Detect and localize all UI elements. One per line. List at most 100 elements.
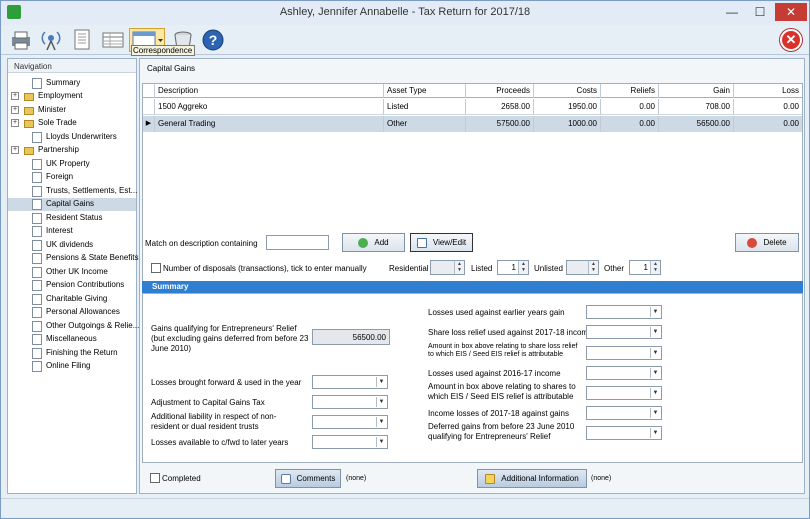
- spinner-arrows-icon[interactable]: ▲ ▼: [518, 261, 528, 274]
- nav-item-capital-gains[interactable]: Capital Gains: [8, 198, 136, 211]
- losses-cfwd-label: Losses available to c/fwd to later years: [151, 438, 289, 447]
- chevron-down-icon[interactable]: ▼: [376, 377, 386, 387]
- spinner-arrows-icon[interactable]: ▲ ▼: [650, 261, 660, 274]
- losses-bf-combo[interactable]: ▼: [312, 375, 388, 389]
- spinner-arrows-icon[interactable]: ▲ ▼: [454, 261, 464, 274]
- chevron-down-icon[interactable]: ▼: [650, 388, 660, 398]
- expand-icon[interactable]: +: [11, 106, 19, 114]
- nav-item-online-filing[interactable]: Online Filing: [8, 360, 136, 373]
- eis-shares-combo[interactable]: ▼: [586, 386, 662, 400]
- share-loss-relief-combo[interactable]: ▼: [586, 325, 662, 339]
- svg-text:?: ?: [209, 32, 218, 48]
- add-button[interactable]: Add: [342, 233, 405, 252]
- maximize-button[interactable]: ☐: [747, 3, 773, 21]
- expand-icon[interactable]: +: [11, 119, 19, 127]
- nav-item-other-outgoings[interactable]: Other Outgoings & Relie...: [8, 320, 139, 333]
- eis-shares-label: Amount in box above relating to shares t…: [428, 382, 576, 401]
- chevron-down-icon[interactable]: ▼: [650, 408, 660, 418]
- expand-icon[interactable]: +: [11, 92, 19, 100]
- chevron-down-icon[interactable]: ▼: [376, 397, 386, 407]
- column-header-asset-type[interactable]: Asset Type: [384, 84, 466, 98]
- calculator-sheet-icon[interactable]: [71, 28, 95, 52]
- navigation-header: Navigation: [8, 59, 136, 73]
- cell-description: 1500 Aggreko: [155, 99, 384, 115]
- nav-item-lloyds-underwriters[interactable]: Lloyds Underwriters: [8, 131, 136, 144]
- eis-share-loss-combo[interactable]: ▼: [586, 346, 662, 360]
- nav-item-minister[interactable]: + Minister: [8, 104, 136, 117]
- disposals-manual-checkbox[interactable]: [151, 263, 161, 273]
- cell-gain: 708.00: [659, 99, 734, 115]
- losses-earlier-years-combo[interactable]: ▼: [586, 305, 662, 319]
- nav-item-employment[interactable]: + Employment: [8, 90, 136, 103]
- minimize-button[interactable]: —: [719, 3, 745, 21]
- help-icon[interactable]: ?: [201, 28, 225, 52]
- nav-item-uk-property[interactable]: UK Property: [8, 158, 136, 171]
- chevron-down-icon[interactable]: ▼: [650, 428, 660, 438]
- print-icon[interactable]: [9, 28, 33, 52]
- chevron-down-icon[interactable]: ▼: [650, 307, 660, 317]
- chevron-down-icon[interactable]: ▼: [376, 417, 386, 427]
- deferred-gains-label: Deferred gains from before 23 June 2010 …: [428, 422, 575, 441]
- online-filing-icon[interactable]: [39, 28, 63, 52]
- completed-checkbox[interactable]: [150, 473, 160, 483]
- filter-input[interactable]: [266, 235, 329, 250]
- unlisted-spinner[interactable]: ▲ ▼: [566, 260, 599, 275]
- table-row[interactable]: ▶ General Trading Other 57500.00 1000.00…: [143, 116, 802, 132]
- exit-button[interactable]: ✕: [780, 29, 802, 51]
- expand-icon[interactable]: +: [11, 146, 19, 154]
- nav-item-trusts[interactable]: Trusts, Settlements, Est...: [8, 185, 137, 198]
- window-title: Ashley, Jennifer Annabelle - Tax Return …: [279, 6, 531, 18]
- chevron-down-icon[interactable]: ▼: [650, 348, 660, 358]
- column-header-costs[interactable]: Costs: [534, 84, 601, 98]
- additional-liability-combo[interactable]: ▼: [312, 415, 388, 429]
- nav-item-other-uk-income[interactable]: Other UK Income: [8, 266, 136, 279]
- view-edit-button[interactable]: View/Edit: [410, 233, 473, 252]
- page-icon: [32, 172, 42, 183]
- nav-item-foreign[interactable]: Foreign: [8, 171, 136, 184]
- nav-item-pension-contributions[interactable]: Pension Contributions: [8, 279, 136, 292]
- column-header-proceeds[interactable]: Proceeds: [466, 84, 534, 98]
- nav-item-resident-status[interactable]: Resident Status: [8, 212, 136, 225]
- losses-cfwd-combo[interactable]: ▼: [312, 435, 388, 449]
- spinner-arrows-icon[interactable]: ▲ ▼: [588, 261, 598, 274]
- deferred-gains-combo[interactable]: ▼: [586, 426, 662, 440]
- delete-button[interactable]: Delete: [735, 233, 799, 252]
- eis-share-loss-label: Amount in box above relating to share lo…: [428, 343, 578, 358]
- nav-item-charitable-giving[interactable]: Charitable Giving: [8, 293, 136, 306]
- nav-item-pensions-state-benefits[interactable]: Pensions & State Benefits: [8, 252, 139, 265]
- column-header-gain[interactable]: Gain: [659, 84, 734, 98]
- losses-2016-17-combo[interactable]: ▼: [586, 366, 662, 380]
- income-losses-label: Income losses of 2017-18 against gains: [428, 409, 569, 418]
- nav-item-partnership[interactable]: + Partnership: [8, 144, 136, 157]
- other-label: Other: [604, 264, 625, 273]
- nav-item-personal-allowances[interactable]: Personal Allowances: [8, 306, 136, 319]
- chevron-down-icon[interactable]: ▼: [650, 368, 660, 378]
- cell-costs: 1950.00: [534, 99, 601, 115]
- residential-spinner[interactable]: ▲ ▼: [430, 260, 465, 275]
- listed-spinner[interactable]: 1 ▲ ▼: [497, 260, 529, 275]
- chevron-down-icon[interactable]: ▼: [650, 327, 660, 337]
- column-header-reliefs[interactable]: Reliefs: [601, 84, 659, 98]
- chevron-down-icon[interactable]: ▼: [376, 437, 386, 447]
- other-spinner[interactable]: 1 ▲ ▼: [629, 260, 661, 275]
- table-row[interactable]: 1500 Aggreko Listed 2658.00 1950.00 0.00…: [143, 99, 802, 115]
- column-header-description[interactable]: Description: [155, 84, 384, 98]
- nav-item-summary[interactable]: Summary: [8, 77, 136, 90]
- cell-description: General Trading: [155, 116, 384, 132]
- comments-button[interactable]: Comments: [275, 469, 341, 488]
- column-header-loss[interactable]: Loss: [734, 84, 802, 98]
- nav-item-miscellaneous[interactable]: Miscellaneous: [8, 333, 136, 346]
- additional-information-button[interactable]: Additional Information: [477, 469, 587, 488]
- cell-reliefs: 0.00: [601, 99, 659, 115]
- cgt-adjustment-combo[interactable]: ▼: [312, 395, 388, 409]
- nav-item-interest[interactable]: Interest: [8, 225, 136, 238]
- nav-item-sole-trade[interactable]: + Sole Trade: [8, 117, 136, 130]
- table-view-icon[interactable]: [101, 28, 125, 52]
- residential-label: Residential: [389, 264, 429, 273]
- nav-item-finishing-the-return[interactable]: Finishing the Return: [8, 347, 136, 360]
- close-window-button[interactable]: ✕: [775, 3, 807, 21]
- income-losses-combo[interactable]: ▼: [586, 406, 662, 420]
- nav-item-uk-dividends[interactable]: UK dividends: [8, 239, 136, 252]
- page-icon: [32, 253, 42, 264]
- page-icon: [32, 294, 42, 305]
